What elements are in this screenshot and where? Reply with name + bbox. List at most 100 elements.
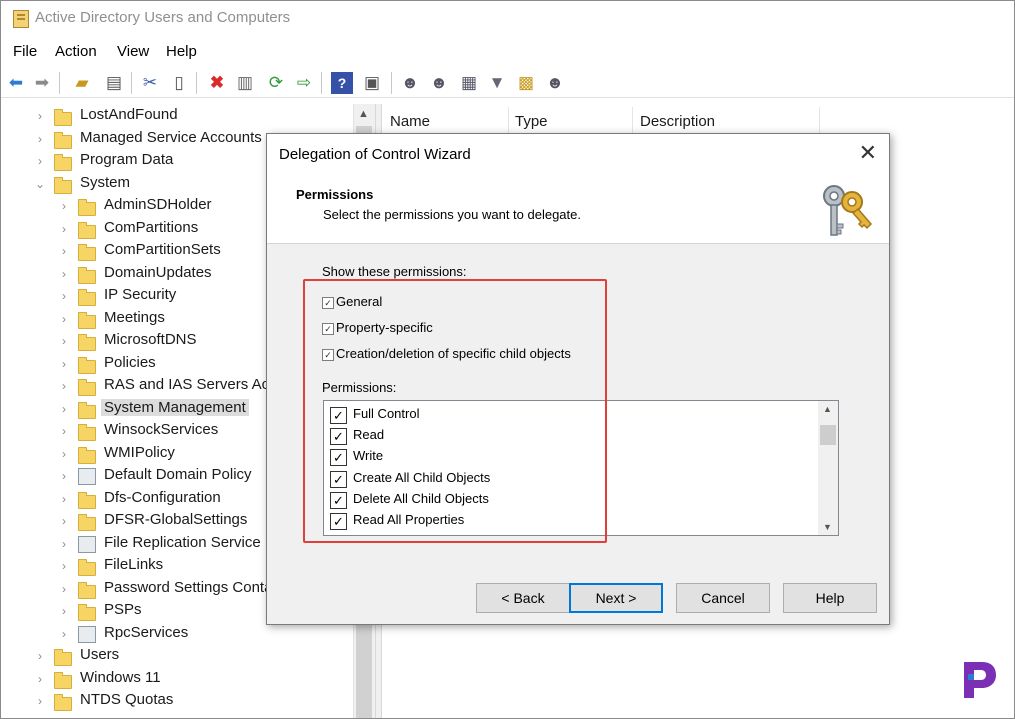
chevron-right-icon[interactable]: › bbox=[59, 627, 69, 641]
tree-item-label: WMIPolicy bbox=[104, 443, 175, 461]
tree-item-label: DFSR-GlobalSettings bbox=[104, 511, 248, 528]
toolbar: ⬅ ➡ ▰ ▤ ✂ ▯ ✖ ▥ ⟳ ⇨ ? ▣ ☻ ☻ ▦ ▼ ▩ ☻ bbox=[1, 69, 1014, 98]
folder-icon bbox=[78, 289, 96, 306]
folder-icon bbox=[78, 379, 96, 396]
site-logo bbox=[958, 660, 998, 700]
tree-item-label: Dfs-Configuration bbox=[104, 488, 221, 506]
chevron-right-icon[interactable]: › bbox=[35, 672, 45, 686]
title-bar: Active Directory Users and Computers bbox=[1, 1, 1014, 37]
chevron-right-icon[interactable]: › bbox=[59, 424, 69, 438]
column-name[interactable]: Name bbox=[390, 113, 430, 130]
tree-item-label: ComPartitionSets bbox=[104, 241, 221, 258]
chevron-right-icon[interactable]: › bbox=[59, 267, 69, 281]
folder-icon bbox=[78, 311, 96, 329]
add-group-icon[interactable]: ☻ bbox=[428, 72, 450, 94]
chevron-right-icon[interactable]: › bbox=[59, 537, 69, 551]
scroll-up-icon[interactable]: ▲ bbox=[358, 108, 369, 120]
toolbar-separator bbox=[59, 72, 60, 94]
tree-item-label: Policies bbox=[104, 353, 156, 371]
chevron-right-icon[interactable]: › bbox=[59, 222, 69, 236]
back-button[interactable]: < Back bbox=[476, 583, 570, 613]
chevron-right-icon[interactable]: › bbox=[59, 199, 69, 213]
dialog-title: Delegation of Control Wizard bbox=[279, 146, 471, 163]
scroll-up-icon[interactable]: ▲ bbox=[823, 404, 832, 414]
toolbar-separator bbox=[131, 72, 132, 94]
chevron-right-icon[interactable]: › bbox=[59, 312, 69, 326]
help-icon[interactable]: ? bbox=[331, 72, 353, 94]
chevron-right-icon[interactable]: › bbox=[59, 447, 69, 461]
chevron-down-icon[interactable]: ⌄ bbox=[35, 177, 45, 191]
chevron-right-icon[interactable]: › bbox=[59, 604, 69, 618]
permissions-scrollbar[interactable]: ▲ ▼ bbox=[818, 401, 838, 535]
folder-icon bbox=[54, 649, 72, 666]
menu-help[interactable]: Help bbox=[166, 43, 197, 60]
cut-icon[interactable]: ✂ bbox=[139, 72, 161, 94]
up-folder-icon[interactable]: ▰ bbox=[71, 72, 93, 94]
menu-view[interactable]: View bbox=[117, 43, 149, 60]
app-window: Active Directory Users and Computers Fil… bbox=[0, 0, 1015, 719]
tree-item-label: File Replication Service bbox=[104, 533, 261, 551]
forward-icon[interactable]: ➡ bbox=[31, 72, 53, 94]
copy-icon[interactable]: ▯ bbox=[168, 72, 190, 94]
delete-icon[interactable]: ✖ bbox=[206, 72, 228, 94]
menu-file[interactable]: File bbox=[13, 43, 37, 60]
toolbar-separator bbox=[321, 72, 322, 94]
chevron-right-icon[interactable]: › bbox=[59, 582, 69, 596]
chevron-right-icon[interactable]: › bbox=[59, 492, 69, 506]
highlight-box bbox=[303, 279, 607, 543]
tree-item[interactable]: › RpcServices bbox=[1, 624, 351, 646]
chevron-right-icon[interactable]: › bbox=[59, 379, 69, 393]
add-to-group-icon[interactable]: ☻ bbox=[544, 72, 566, 94]
next-button[interactable]: Next > bbox=[569, 583, 663, 613]
wizard-heading: Permissions bbox=[296, 187, 374, 202]
aduc-app-icon bbox=[13, 10, 29, 28]
folder-icon bbox=[78, 199, 96, 216]
folder-icon bbox=[54, 109, 72, 126]
tree-item-label: RAS and IAS Servers Acces bbox=[104, 376, 293, 393]
folder-icon bbox=[54, 176, 72, 194]
chevron-right-icon[interactable]: › bbox=[59, 514, 69, 528]
tree-item-label: WinsockServices bbox=[104, 421, 219, 438]
filter-icon[interactable]: ▼ bbox=[486, 72, 508, 94]
chevron-right-icon[interactable]: › bbox=[35, 154, 45, 168]
scrollbar-thumb[interactable] bbox=[820, 425, 836, 445]
add-ou-icon[interactable]: ▦ bbox=[458, 72, 480, 94]
chevron-right-icon[interactable]: › bbox=[35, 694, 45, 708]
folder-icon bbox=[78, 446, 96, 464]
chevron-right-icon[interactable]: › bbox=[35, 649, 45, 663]
chevron-right-icon[interactable]: › bbox=[59, 469, 69, 483]
chevron-right-icon[interactable]: › bbox=[59, 244, 69, 258]
back-icon[interactable]: ⬅ bbox=[5, 72, 27, 94]
folder-icon bbox=[78, 356, 96, 374]
menu-action[interactable]: Action bbox=[55, 43, 97, 60]
tree-item[interactable]: › NTDS Quotas bbox=[1, 691, 351, 713]
tree-item[interactable]: › LostAndFound bbox=[1, 106, 351, 128]
tree-item-label: FileLinks bbox=[104, 556, 164, 573]
help-button[interactable]: Help bbox=[783, 583, 877, 613]
tree-item[interactable]: › Users bbox=[1, 646, 351, 668]
chevron-right-icon[interactable]: › bbox=[59, 334, 69, 348]
scroll-down-icon[interactable]: ▼ bbox=[823, 522, 832, 532]
folder-icon bbox=[78, 221, 96, 239]
chevron-right-icon[interactable]: › bbox=[59, 357, 69, 371]
show-tree-icon[interactable]: ▤ bbox=[103, 72, 125, 94]
column-description[interactable]: Description bbox=[640, 113, 715, 130]
tree-item-label: System Management bbox=[101, 398, 249, 416]
tree-item[interactable]: › Windows 11 bbox=[1, 669, 351, 691]
chevron-right-icon[interactable]: › bbox=[35, 132, 45, 146]
column-type[interactable]: Type bbox=[515, 113, 548, 130]
properties-icon[interactable]: ▥ bbox=[234, 72, 256, 94]
chevron-right-icon[interactable]: › bbox=[35, 109, 45, 123]
add-user-icon[interactable]: ☻ bbox=[399, 72, 421, 94]
chevron-right-icon[interactable]: › bbox=[59, 289, 69, 303]
chevron-right-icon[interactable]: › bbox=[59, 402, 69, 416]
find-icon[interactable]: ▩ bbox=[515, 72, 537, 94]
chevron-right-icon[interactable]: › bbox=[59, 559, 69, 573]
service-icon bbox=[78, 535, 96, 553]
refresh-icon[interactable]: ⟳ bbox=[265, 72, 287, 94]
close-icon[interactable]: ✕ bbox=[859, 140, 877, 166]
export-icon[interactable]: ⇨ bbox=[293, 72, 315, 94]
tree-item-label: Managed Service Accounts bbox=[80, 128, 262, 146]
cancel-button[interactable]: Cancel bbox=[676, 583, 770, 613]
console-icon[interactable]: ▣ bbox=[361, 72, 383, 94]
